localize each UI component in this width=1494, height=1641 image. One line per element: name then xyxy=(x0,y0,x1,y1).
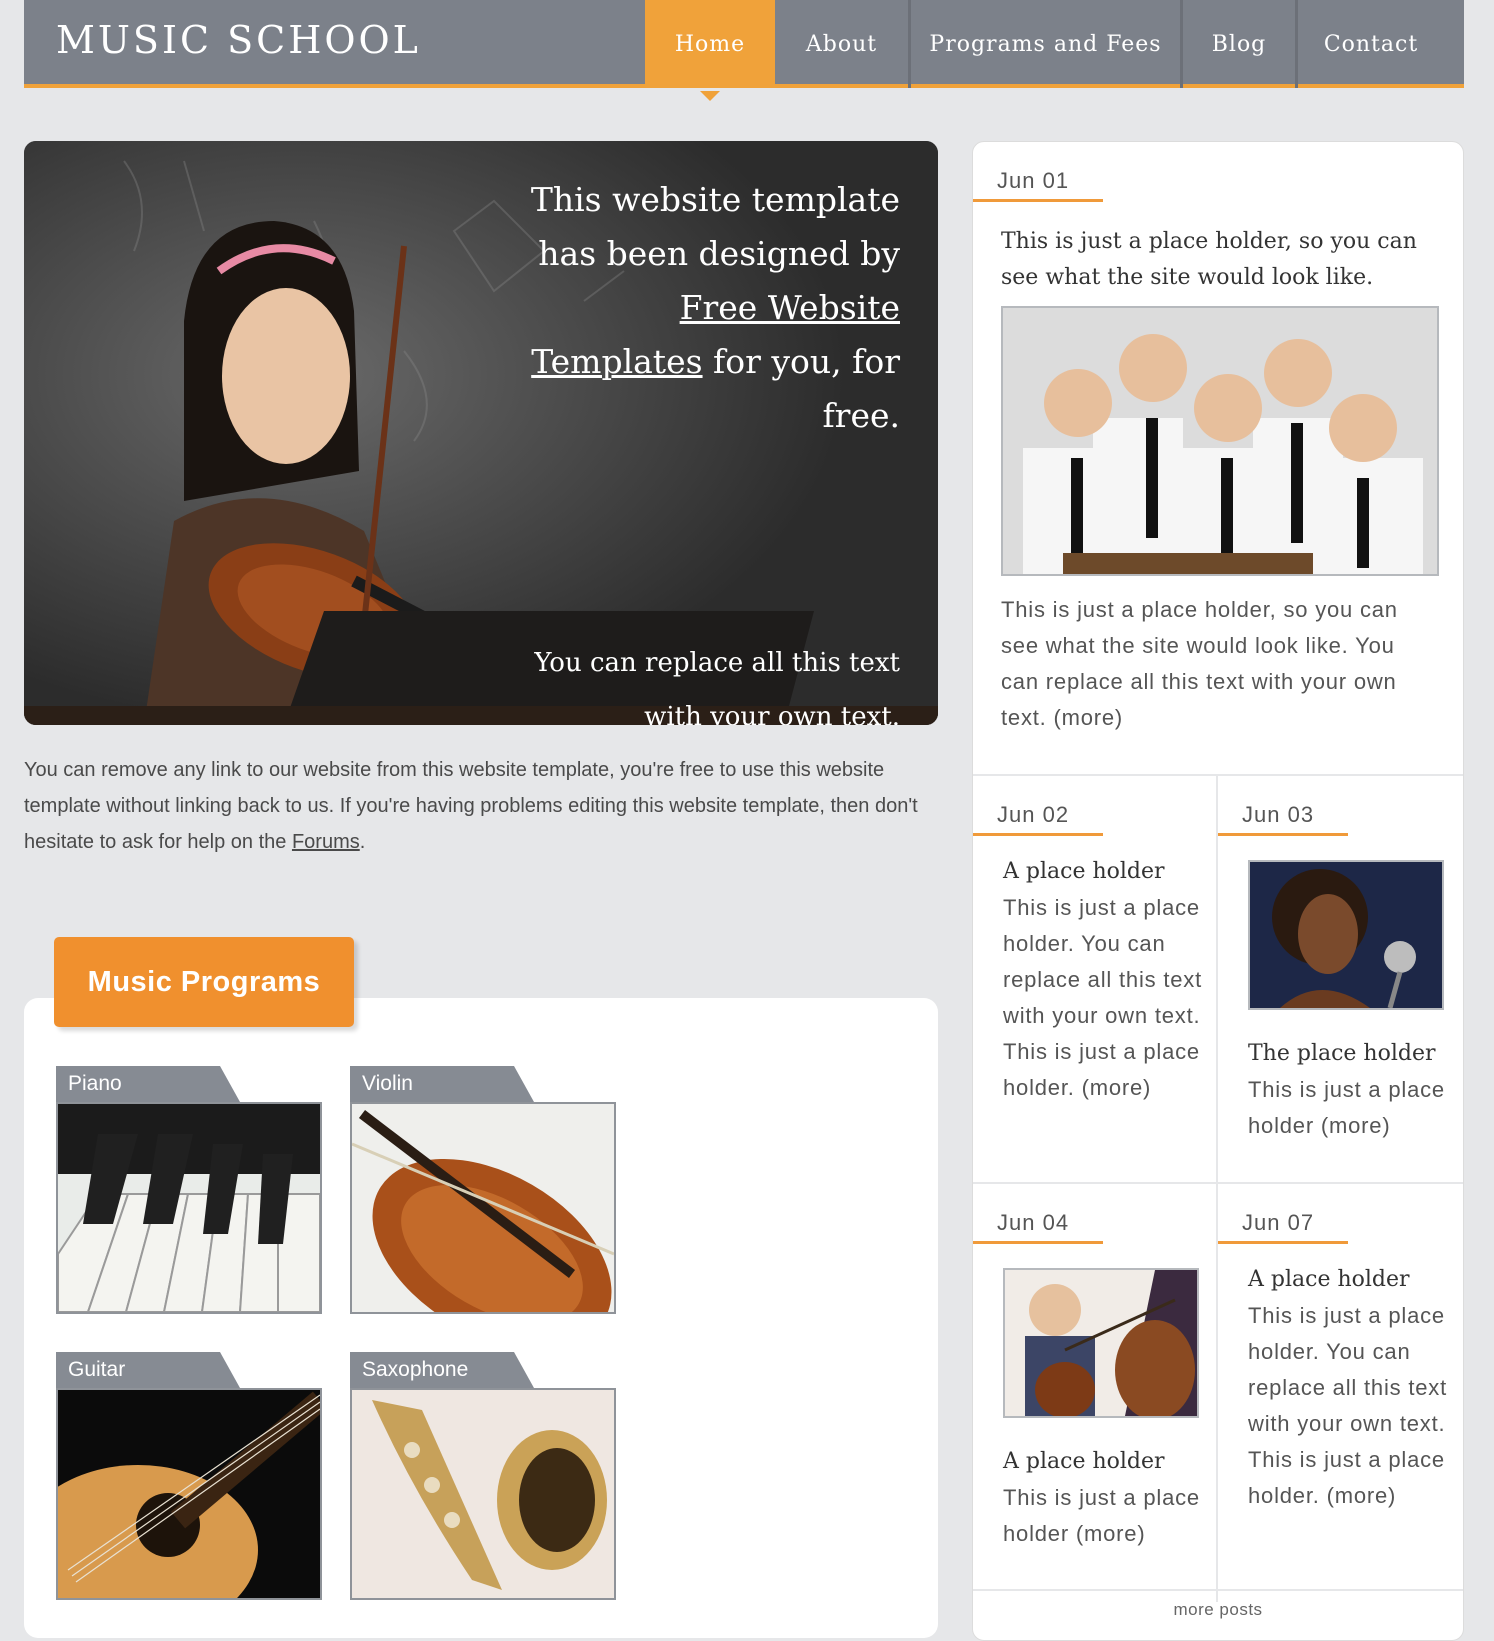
program-piano[interactable]: Piano xyxy=(56,1066,322,1314)
post-jun-04: Jun 04 A place holder This is just a pla… xyxy=(973,1206,1216,1552)
post-jun-07: Jun 07 A place holder This is just a pla… xyxy=(1218,1206,1463,1514)
violin-image xyxy=(350,1102,616,1314)
main-nav: Home About Programs and Fees Blog Contac… xyxy=(645,0,1444,101)
post-body: This is just a place holder (more) xyxy=(1003,1485,1200,1546)
guitar-image xyxy=(56,1388,322,1600)
post-date: Jun 01 xyxy=(973,164,1463,202)
child-cello-image xyxy=(1003,1268,1199,1418)
program-violin-label: Violin xyxy=(350,1066,534,1102)
forums-link[interactable]: Forums xyxy=(292,831,360,853)
program-saxophone[interactable]: Saxophone xyxy=(350,1352,616,1600)
intro-text: You can remove any link to our website f… xyxy=(24,759,918,853)
nav-about[interactable]: About xyxy=(775,0,908,88)
post-jun-01: Jun 01 This is just a place holder, so y… xyxy=(973,164,1463,736)
singer-image xyxy=(1248,860,1444,1010)
post-body: This is just a place holder. You can rep… xyxy=(1003,895,1202,1100)
post-date: Jun 03 xyxy=(1218,798,1463,836)
program-saxophone-label: Saxophone xyxy=(350,1352,534,1388)
nav-contact-label: Contact xyxy=(1323,31,1419,57)
nav-contact[interactable]: Contact xyxy=(1295,0,1444,88)
post-body: This is just a place holder, so you can … xyxy=(1001,597,1398,730)
post-body: This is just a place holder. You can rep… xyxy=(1248,1303,1447,1508)
post-title: A place holder xyxy=(1003,859,1165,884)
nav-about-label: About xyxy=(805,31,878,57)
active-indicator xyxy=(700,91,720,101)
program-guitar-label: Guitar xyxy=(56,1352,240,1388)
hero-headline-line2: for you, for free. xyxy=(713,342,900,435)
nav-blog-label: Blog xyxy=(1211,31,1267,57)
post-body: This is just a place holder (more) xyxy=(1248,1077,1445,1138)
nav-programs-label: Programs and Fees xyxy=(929,31,1162,57)
post-title: The place holder xyxy=(1248,1041,1436,1066)
post-date: Jun 02 xyxy=(973,798,1216,836)
music-programs-heading: Music Programs xyxy=(54,937,354,1027)
piano-keys-image xyxy=(56,1102,322,1314)
post-jun-03: Jun 03 The place holder This is just a p… xyxy=(1218,798,1463,1144)
post-title: A place holder xyxy=(1003,1449,1165,1474)
divider xyxy=(973,1589,1463,1591)
hero-headline: This website template has been designed … xyxy=(520,173,900,443)
intro-end: . xyxy=(359,831,366,853)
divider xyxy=(973,774,1463,776)
news-sidebar: Jun 01 This is just a place holder, so y… xyxy=(972,141,1464,1641)
post-date: Jun 04 xyxy=(973,1206,1216,1244)
program-piano-label: Piano xyxy=(56,1066,240,1102)
nav-home[interactable]: Home xyxy=(645,0,775,101)
hero-banner: This website template has been designed … xyxy=(24,141,938,725)
program-violin[interactable]: Violin xyxy=(350,1066,616,1314)
post-jun-02: Jun 02 A place holder This is just a pla… xyxy=(973,798,1216,1106)
post-date: Jun 07 xyxy=(1218,1206,1463,1244)
program-guitar[interactable]: Guitar xyxy=(56,1352,322,1600)
site-header: MUSIC SCHOOL Home About Programs and Fee… xyxy=(24,0,1464,101)
saxophone-image xyxy=(350,1388,616,1600)
post-title: A place holder xyxy=(1248,1267,1410,1292)
nav-blog[interactable]: Blog xyxy=(1180,0,1295,88)
nav-programs-and-fees[interactable]: Programs and Fees xyxy=(908,0,1180,88)
nav-home-label: Home xyxy=(674,31,746,57)
hero-headline-line1: This website template has been designed … xyxy=(530,180,900,273)
more-posts-link[interactable]: more posts xyxy=(973,1600,1463,1620)
choir-children-image xyxy=(1001,306,1439,576)
divider xyxy=(973,1182,1463,1184)
intro-paragraph: You can remove any link to our website f… xyxy=(24,752,924,860)
hero-subtext: You can replace all this text with your … xyxy=(534,648,900,725)
post-title: This is just a place holder, so you can … xyxy=(1001,229,1417,290)
site-logo[interactable]: MUSIC SCHOOL xyxy=(56,18,421,62)
